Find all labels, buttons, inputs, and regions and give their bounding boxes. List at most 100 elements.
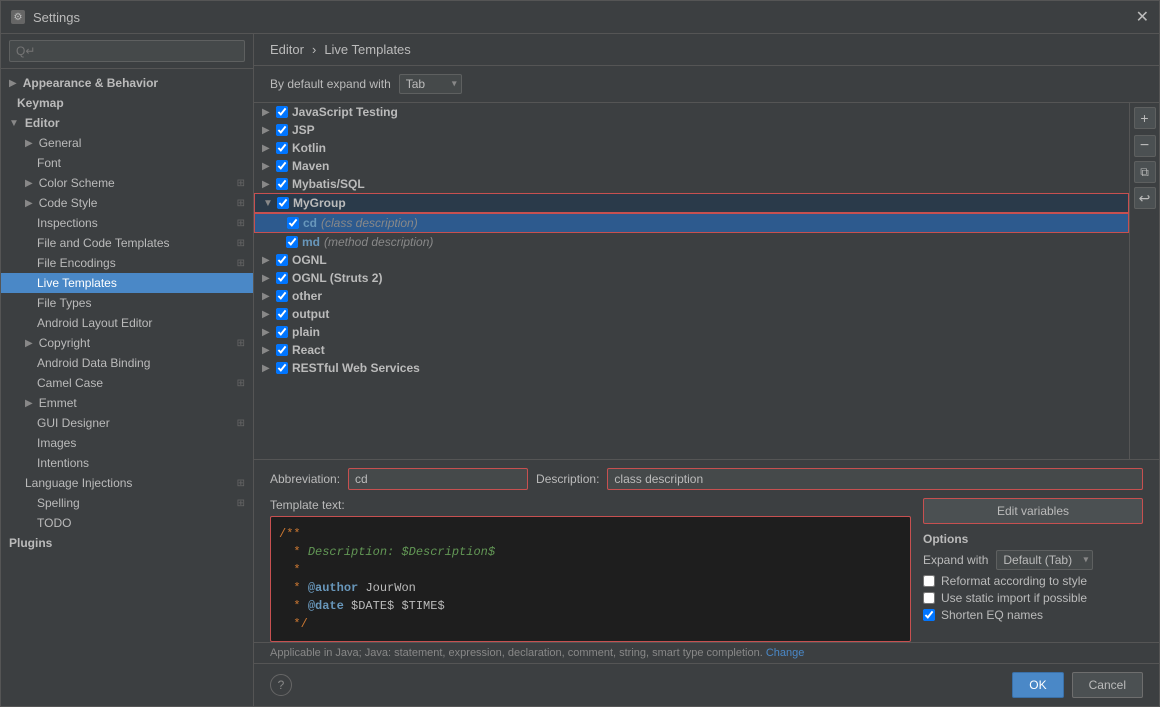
group-checkbox[interactable] bbox=[276, 344, 288, 356]
group-checkbox[interactable] bbox=[276, 272, 288, 284]
template-code[interactable]: /** * Description: $Description$ * * @au… bbox=[270, 516, 911, 642]
breadcrumb-separator: › bbox=[312, 42, 316, 57]
field-row: Abbreviation: Description: bbox=[270, 468, 1143, 490]
group-name: React bbox=[292, 343, 325, 357]
group-checkbox[interactable] bbox=[276, 362, 288, 374]
collapse-arrow: ▶ bbox=[262, 161, 272, 172]
group-checkbox[interactable] bbox=[276, 106, 288, 118]
template-item-md[interactable]: md (method description) bbox=[254, 233, 1129, 251]
sidebar-item-font[interactable]: Font bbox=[1, 153, 253, 173]
options-label: Options bbox=[923, 532, 1143, 546]
sidebar-item-live-templates[interactable]: Live Templates bbox=[1, 273, 253, 293]
close-button[interactable]: ✕ bbox=[1136, 7, 1149, 27]
sidebar-item-spelling[interactable]: Spelling ⊞ bbox=[1, 493, 253, 513]
shorten-eq-checkbox-row: Shorten EQ names bbox=[923, 608, 1143, 622]
sidebar-item-plugins[interactable]: Plugins bbox=[1, 533, 253, 553]
group-checkbox[interactable] bbox=[276, 308, 288, 320]
shorten-eq-checkbox[interactable] bbox=[923, 609, 935, 621]
template-group-maven[interactable]: ▶ Maven bbox=[254, 157, 1129, 175]
sidebar-item-file-templates[interactable]: File and Code Templates ⊞ bbox=[1, 233, 253, 253]
sidebar-item-general[interactable]: ▶ General bbox=[1, 133, 253, 153]
template-group-plain[interactable]: ▶ plain bbox=[254, 323, 1129, 341]
description-input[interactable] bbox=[607, 468, 1143, 490]
main-content: ▶ Appearance & Behavior Keymap ▼ Editor … bbox=[1, 34, 1159, 706]
static-import-checkbox[interactable] bbox=[923, 592, 935, 604]
abbreviation-input[interactable] bbox=[348, 468, 528, 490]
group-checkbox[interactable] bbox=[276, 326, 288, 338]
reformat-checkbox[interactable] bbox=[923, 575, 935, 587]
arrow-icon: ▶ bbox=[25, 198, 33, 209]
sidebar-item-editor[interactable]: ▼ Editor bbox=[1, 113, 253, 133]
arrow-icon: ▶ bbox=[9, 78, 17, 89]
template-group-restful[interactable]: ▶ RESTful Web Services bbox=[254, 359, 1129, 377]
group-checkbox[interactable] bbox=[276, 160, 288, 172]
sidebar-item-code-style[interactable]: ▶ Code Style ⊞ bbox=[1, 193, 253, 213]
ok-button[interactable]: OK bbox=[1012, 672, 1063, 698]
help-section: ? bbox=[270, 672, 1004, 698]
arrow-icon: ▶ bbox=[25, 178, 33, 189]
expand-select[interactable]: Tab Enter Space bbox=[399, 74, 462, 94]
template-group-js-testing[interactable]: ▶ JavaScript Testing bbox=[254, 103, 1129, 121]
group-checkbox[interactable] bbox=[276, 178, 288, 190]
sidebar-item-todo[interactable]: TODO bbox=[1, 513, 253, 533]
collapse-arrow: ▶ bbox=[262, 273, 272, 284]
expand-with-select[interactable]: Default (Tab) Tab Enter Space bbox=[996, 550, 1093, 570]
sidebar-item-color-scheme[interactable]: ▶ Color Scheme ⊞ bbox=[1, 173, 253, 193]
sidebar-item-camel-case[interactable]: Camel Case ⊞ bbox=[1, 373, 253, 393]
cancel-button[interactable]: Cancel bbox=[1072, 672, 1143, 698]
template-checkbox[interactable] bbox=[286, 236, 298, 248]
sidebar-item-intentions[interactable]: Intentions bbox=[1, 453, 253, 473]
description-label: Description: bbox=[536, 472, 599, 486]
template-name: md bbox=[302, 235, 320, 249]
group-checkbox[interactable] bbox=[276, 142, 288, 154]
sidebar-item-emmet[interactable]: ▶ Emmet bbox=[1, 393, 253, 413]
edit-variables-button[interactable]: Edit variables bbox=[923, 498, 1143, 524]
sidebar-item-file-encodings[interactable]: File Encodings ⊞ bbox=[1, 253, 253, 273]
static-import-label: Use static import if possible bbox=[941, 591, 1087, 605]
sidebar-item-label: General bbox=[39, 136, 82, 150]
copy-icon: ⊞ bbox=[237, 418, 245, 429]
applicable-text: Applicable in Java; Java: statement, exp… bbox=[270, 647, 763, 659]
template-checkbox[interactable] bbox=[287, 217, 299, 229]
sidebar-item-appearance[interactable]: ▶ Appearance & Behavior bbox=[1, 73, 253, 93]
sidebar-item-gui-designer[interactable]: GUI Designer ⊞ bbox=[1, 413, 253, 433]
template-code-section: Template text: /** * Description: $Descr… bbox=[270, 498, 911, 642]
expand-label: By default expand with bbox=[270, 77, 391, 91]
sidebar-item-images[interactable]: Images bbox=[1, 433, 253, 453]
group-name: JSP bbox=[292, 123, 315, 137]
template-group-output[interactable]: ▶ output bbox=[254, 305, 1129, 323]
template-group-mybatis[interactable]: ▶ Mybatis/SQL bbox=[254, 175, 1129, 193]
remove-button[interactable]: − bbox=[1134, 135, 1156, 157]
sidebar-item-label: File and Code Templates bbox=[37, 236, 170, 250]
template-group-react[interactable]: ▶ React bbox=[254, 341, 1129, 359]
copy-button[interactable]: ⧉ bbox=[1134, 161, 1156, 183]
sidebar-item-android-data-binding[interactable]: Android Data Binding bbox=[1, 353, 253, 373]
template-group-other[interactable]: ▶ other bbox=[254, 287, 1129, 305]
template-group-ognl-struts2[interactable]: ▶ OGNL (Struts 2) bbox=[254, 269, 1129, 287]
template-item-cd[interactable]: cd (class description) bbox=[254, 213, 1129, 233]
group-checkbox[interactable] bbox=[276, 254, 288, 266]
sidebar-item-file-types[interactable]: File Types bbox=[1, 293, 253, 313]
change-link[interactable]: Change bbox=[766, 647, 805, 659]
group-checkbox[interactable] bbox=[277, 197, 289, 209]
reset-button[interactable]: ↩ bbox=[1134, 187, 1156, 209]
group-checkbox[interactable] bbox=[276, 124, 288, 136]
bottom-panel: Abbreviation: Description: Template text… bbox=[254, 459, 1159, 642]
sidebar-item-label: Color Scheme bbox=[39, 176, 115, 190]
sidebar-item-label: Images bbox=[37, 436, 76, 450]
titlebar-left: ⚙ Settings bbox=[11, 10, 80, 25]
template-group-jsp[interactable]: ▶ JSP bbox=[254, 121, 1129, 139]
template-group-mygroup[interactable]: ▼ MyGroup bbox=[254, 193, 1129, 213]
group-checkbox[interactable] bbox=[276, 290, 288, 302]
template-group-kotlin[interactable]: ▶ Kotlin bbox=[254, 139, 1129, 157]
add-button[interactable]: + bbox=[1134, 107, 1156, 129]
help-button[interactable]: ? bbox=[270, 674, 292, 696]
sidebar-item-inspections[interactable]: Inspections ⊞ bbox=[1, 213, 253, 233]
sidebar-item-keymap[interactable]: Keymap bbox=[1, 93, 253, 113]
sidebar-item-android-layout[interactable]: Android Layout Editor bbox=[1, 313, 253, 333]
sidebar-item-language-injections[interactable]: Language Injections ⊞ bbox=[1, 473, 253, 493]
search-input[interactable] bbox=[9, 40, 245, 62]
breadcrumb-part2: Live Templates bbox=[324, 42, 410, 57]
sidebar-item-copyright[interactable]: ▶ Copyright ⊞ bbox=[1, 333, 253, 353]
template-group-ognl[interactable]: ▶ OGNL bbox=[254, 251, 1129, 269]
